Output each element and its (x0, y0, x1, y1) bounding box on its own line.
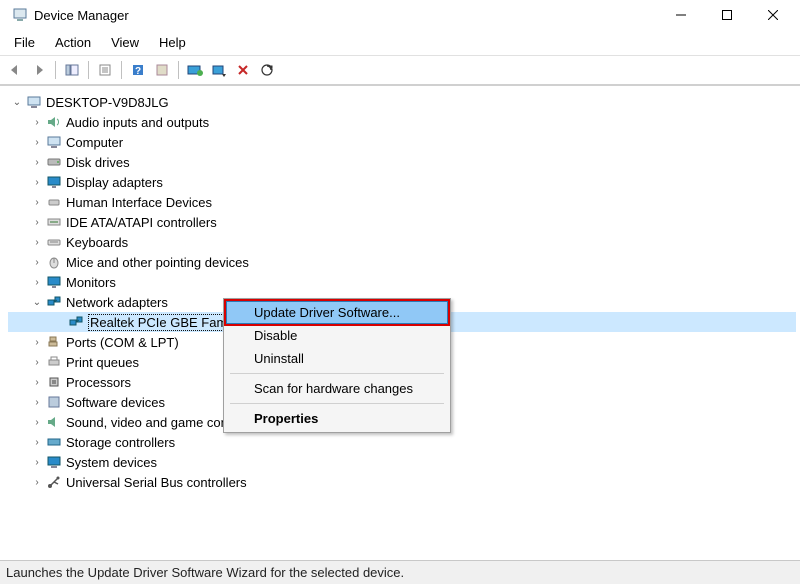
toolbar-scan-button[interactable] (256, 59, 278, 81)
context-menu-highlight: Update Driver Software... (224, 299, 450, 326)
expand-icon[interactable]: › (30, 415, 44, 429)
menu-help[interactable]: Help (149, 32, 196, 53)
menu-view[interactable]: View (101, 32, 149, 53)
tree-item-disk-drives[interactable]: › Disk drives (8, 152, 796, 172)
expand-icon[interactable]: › (30, 395, 44, 409)
disk-icon (46, 154, 62, 170)
toolbar-show-tree-button[interactable] (61, 59, 83, 81)
context-menu-update-driver[interactable]: Update Driver Software... (226, 301, 448, 324)
tree-item-mice[interactable]: › Mice and other pointing devices (8, 252, 796, 272)
collapse-icon[interactable]: ⌄ (30, 295, 44, 309)
expand-icon[interactable]: › (30, 175, 44, 189)
tree-item-usb-controllers[interactable]: › Universal Serial Bus controllers (8, 472, 796, 492)
expand-icon[interactable]: › (30, 335, 44, 349)
monitor-icon (46, 274, 62, 290)
close-button[interactable] (750, 0, 796, 30)
tree-root-label: DESKTOP-V9D8JLG (46, 95, 169, 110)
tree-item-keyboards[interactable]: › Keyboards (8, 232, 796, 252)
svg-text:?: ? (135, 66, 141, 77)
toolbar-forward-button[interactable] (28, 59, 50, 81)
expand-icon[interactable]: › (30, 455, 44, 469)
context-menu-properties[interactable]: Properties (226, 407, 448, 430)
expand-icon[interactable]: › (30, 235, 44, 249)
tree-item-ide[interactable]: › IDE ATA/ATAPI controllers (8, 212, 796, 232)
status-bar: Launches the Update Driver Software Wiza… (0, 560, 800, 584)
expand-icon[interactable]: › (30, 275, 44, 289)
context-menu-scan[interactable]: Scan for hardware changes (226, 377, 448, 400)
processor-icon (46, 374, 62, 390)
tree-item-audio[interactable]: › Audio inputs and outputs (8, 112, 796, 132)
ports-icon (46, 334, 62, 350)
menu-action[interactable]: Action (45, 32, 101, 53)
tree-item-display-adapters[interactable]: › Display adapters (8, 172, 796, 192)
maximize-button[interactable] (704, 0, 750, 30)
minimize-button[interactable] (658, 0, 704, 30)
expand-icon[interactable]: › (30, 255, 44, 269)
toolbar-icon-button[interactable] (151, 59, 173, 81)
title-bar: Device Manager (0, 0, 800, 30)
menu-file[interactable]: File (4, 32, 45, 53)
toolbar-separator (55, 61, 56, 79)
network-icon (46, 294, 62, 310)
menu-bar: File Action View Help (0, 30, 800, 56)
app-icon (12, 7, 28, 23)
expand-icon[interactable]: ⌄ (10, 95, 24, 109)
context-menu-separator (230, 403, 444, 404)
tree-item-storage-controllers[interactable]: › Storage controllers (8, 432, 796, 452)
context-menu-uninstall[interactable]: Uninstall (226, 347, 448, 370)
tree-item-hid[interactable]: › Human Interface Devices (8, 192, 796, 212)
toolbar-help-button[interactable]: ? (127, 59, 149, 81)
toolbar-separator (178, 61, 179, 79)
expand-icon[interactable]: › (30, 375, 44, 389)
audio-icon (46, 114, 62, 130)
display-icon (46, 174, 62, 190)
expand-icon[interactable]: › (30, 115, 44, 129)
expand-icon[interactable]: › (30, 155, 44, 169)
status-bar-text: Launches the Update Driver Software Wiza… (6, 565, 404, 580)
tree-item-system-devices[interactable]: › System devices (8, 452, 796, 472)
software-icon (46, 394, 62, 410)
expand-icon[interactable]: › (30, 135, 44, 149)
keyboard-icon (46, 234, 62, 250)
toolbar: ? (0, 56, 800, 85)
toolbar-separator (121, 61, 122, 79)
expand-icon[interactable]: › (30, 475, 44, 489)
usb-icon (46, 474, 62, 490)
expand-icon[interactable]: › (30, 355, 44, 369)
printer-icon (46, 354, 62, 370)
ide-icon (46, 214, 62, 230)
tree-item-computer[interactable]: › Computer (8, 132, 796, 152)
context-menu: Update Driver Software... Disable Uninst… (223, 298, 451, 433)
toolbar-separator (88, 61, 89, 79)
window-title: Device Manager (34, 8, 658, 23)
computer-icon (46, 134, 62, 150)
expand-icon[interactable]: › (30, 215, 44, 229)
hid-icon (46, 194, 62, 210)
expand-icon[interactable]: › (30, 195, 44, 209)
tree-item-monitors[interactable]: › Monitors (8, 272, 796, 292)
network-adapter-icon (68, 314, 84, 330)
toolbar-uninstall-button[interactable] (232, 59, 254, 81)
system-icon (46, 454, 62, 470)
toolbar-update-driver-button[interactable] (184, 59, 206, 81)
tree-root[interactable]: ⌄ DESKTOP-V9D8JLG (8, 92, 796, 112)
sound-icon (46, 414, 62, 430)
toolbar-properties-button[interactable] (94, 59, 116, 81)
toolbar-disable-button[interactable] (208, 59, 230, 81)
window-controls (658, 0, 796, 30)
toolbar-back-button[interactable] (4, 59, 26, 81)
storage-icon (46, 434, 62, 450)
computer-icon (26, 94, 42, 110)
mouse-icon (46, 254, 62, 270)
expand-icon[interactable]: › (30, 435, 44, 449)
context-menu-disable[interactable]: Disable (226, 324, 448, 347)
context-menu-separator (230, 373, 444, 374)
